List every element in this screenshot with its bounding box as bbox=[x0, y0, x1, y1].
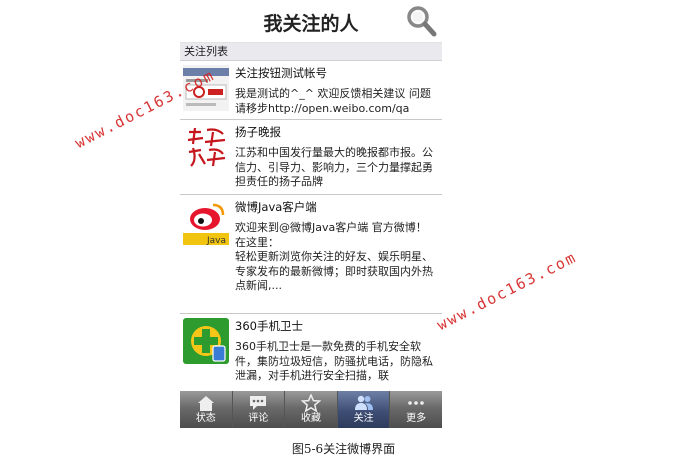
tab-label: 状态 bbox=[195, 413, 216, 424]
item-name: 360手机卫士 bbox=[235, 319, 303, 333]
people-icon bbox=[354, 395, 373, 410]
weibo-java-logo-icon: Java bbox=[183, 199, 229, 245]
phone-screen: 我关注的人 关注列表 关注按钮测试帐号 我是测试的^_^ 欢迎反馈相关建议 问题… bbox=[180, 0, 442, 428]
svg-text:Java: Java bbox=[206, 236, 226, 245]
tab-label: 评论 bbox=[248, 413, 269, 424]
item-description: 江苏和中国发行量最大的晚报都市报。公信力、引导力、影响力，三个力量撑起勇担责任的… bbox=[235, 146, 433, 188]
tab-label: 收藏 bbox=[300, 413, 321, 424]
watermark-right: www.doc163.com bbox=[434, 247, 580, 335]
tab-following[interactable]: 关注 bbox=[337, 391, 391, 428]
bottom-tab-bar: 状态 评论 收藏 关注 更多 bbox=[180, 391, 442, 428]
yangtze-evening-news-logo-icon bbox=[183, 124, 229, 170]
home-icon bbox=[197, 396, 214, 411]
360-guard-logo-icon bbox=[183, 318, 229, 364]
tab-label: 关注 bbox=[353, 413, 374, 424]
follow-list[interactable]: 关注按钮测试帐号 我是测试的^_^ 欢迎反馈相关建议 问题请移步http://o… bbox=[180, 61, 442, 391]
page-title: 我关注的人 bbox=[263, 13, 359, 35]
tab-favorites[interactable]: 收藏 bbox=[285, 391, 338, 428]
item-name: 扬子晚报 bbox=[235, 125, 281, 139]
item-name: 关注按钮测试帐号 bbox=[235, 66, 327, 80]
list-header: 关注列表 bbox=[180, 43, 442, 61]
tab-more[interactable]: 更多 bbox=[390, 391, 442, 428]
list-item-360-guard[interactable]: 360手机卫士 360手机卫士是一款免费的手机安全软件，集防垃圾短信，防骚扰电话… bbox=[180, 314, 442, 391]
list-item-yangtze-evening[interactable]: 扬子晚报 江苏和中国发行量最大的晚报都市报。公信力、引导力、影响力，三个力量撑起… bbox=[180, 120, 442, 195]
item-description: 欢迎来到@微博Java客户端 官方微博！ 在这里： 轻松更新浏览你关注的好友、娱… bbox=[235, 221, 433, 292]
more-icon bbox=[408, 401, 424, 405]
title-bar: 我关注的人 bbox=[180, 0, 442, 43]
search-icon[interactable] bbox=[404, 4, 438, 38]
figure-caption: 图5-6关注微博界面 bbox=[291, 442, 396, 456]
star-icon bbox=[300, 394, 321, 412]
tab-comments[interactable]: 评论 bbox=[233, 391, 286, 428]
tab-label: 更多 bbox=[406, 413, 427, 424]
list-item-weibo-java[interactable]: Java 微博Java客户端 欢迎来到@微博Java客户端 官方微博！ 在这里：… bbox=[180, 195, 442, 314]
item-description: 360手机卫士是一款免费的手机安全软件，集防垃圾短信，防骚扰电话，防隐私泄漏，对… bbox=[235, 340, 433, 382]
item-description: 我是测试的^_^ 欢迎反馈相关建议 问题请移步http://open.weibo… bbox=[235, 87, 431, 115]
comment-icon bbox=[250, 396, 267, 410]
list-item-test-account[interactable]: 关注按钮测试帐号 我是测试的^_^ 欢迎反馈相关建议 问题请移步http://o… bbox=[180, 61, 442, 120]
item-name: 微博Java客户端 bbox=[235, 200, 317, 214]
tab-status[interactable]: 状态 bbox=[180, 391, 233, 428]
